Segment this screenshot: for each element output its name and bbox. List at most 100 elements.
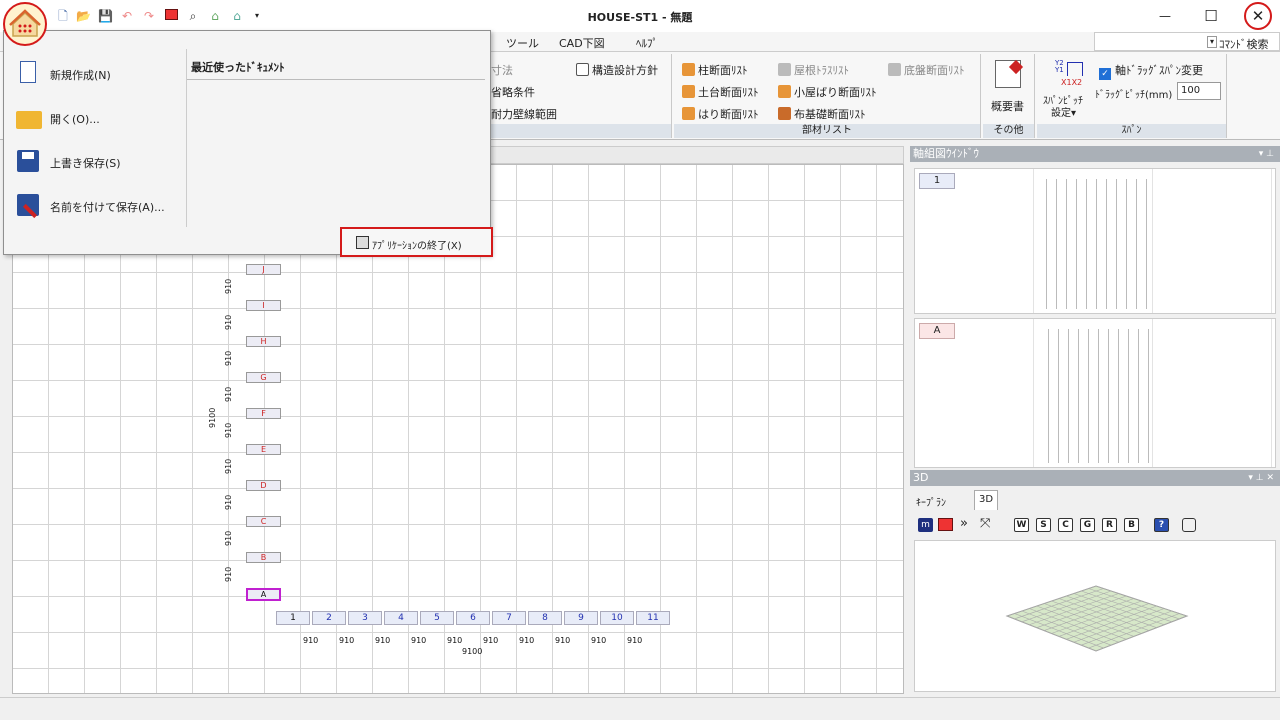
row-label-h[interactable]: H bbox=[246, 336, 281, 347]
axis-pane-a[interactable]: A bbox=[914, 318, 1276, 468]
row-dim: 910 bbox=[224, 314, 233, 330]
menu-item-open-label: 開く(O)... bbox=[50, 113, 100, 126]
col-label-1[interactable]: 1 bbox=[276, 611, 310, 625]
row-label-i[interactable]: I bbox=[246, 300, 281, 311]
ribbon-item-hari[interactable]: はり断面ﾘｽﾄ bbox=[682, 106, 759, 122]
ribbon-item-tairyoku[interactable]: 耐力壁線範囲 bbox=[491, 106, 557, 122]
view3d-canvas[interactable] bbox=[914, 540, 1276, 692]
axis-tag-a: A bbox=[919, 323, 955, 339]
col-label-11[interactable]: 11 bbox=[636, 611, 670, 625]
column-icon bbox=[682, 63, 695, 76]
exit-icon bbox=[356, 236, 369, 249]
row-dim: 910 bbox=[224, 422, 233, 438]
menu-item-new[interactable]: 新規作成(N) bbox=[10, 55, 182, 93]
view3d-btn-c[interactable]: C bbox=[1058, 518, 1073, 532]
col-label-4[interactable]: 4 bbox=[384, 611, 418, 625]
app-button[interactable] bbox=[3, 2, 47, 46]
row-dim: 910 bbox=[224, 278, 233, 294]
row-label-b[interactable]: B bbox=[246, 552, 281, 563]
span-pitch-button[interactable]: Y2 Y1 X1X2 ｽﾊﾟﾝﾋﾟｯﾁ 設定▾ bbox=[1041, 58, 1097, 122]
overview-button-label: 概要書 bbox=[991, 100, 1024, 113]
col-label-5[interactable]: 5 bbox=[420, 611, 454, 625]
ribbon-item-kozo[interactable]: 構造設計方針 bbox=[576, 62, 658, 78]
ribbon-item-yane[interactable]: 屋根ﾄﾗｽﾘｽﾄ bbox=[778, 62, 849, 78]
new-document-icon bbox=[14, 59, 42, 87]
group-sonota: 概要書 その他 bbox=[983, 54, 1035, 138]
tab-tools[interactable]: ツール bbox=[506, 35, 539, 51]
col-dim: 910 bbox=[411, 636, 427, 645]
view3d-btn-b[interactable]: B bbox=[1124, 518, 1139, 532]
ribbon-item-teiban[interactable]: 底盤断面ﾘｽﾄ bbox=[888, 62, 965, 78]
col-label-9[interactable]: 9 bbox=[564, 611, 598, 625]
axis-arrows-icon[interactable]: ⤧ bbox=[980, 516, 990, 531]
axis-pane-1[interactable]: 1 bbox=[914, 168, 1276, 314]
fit-icon[interactable] bbox=[1182, 518, 1196, 532]
recent-docs-header: 最近使ったﾄﾞｷｭﾒﾝﾄ bbox=[191, 61, 285, 74]
group-span-label: ｽﾊﾟﾝ bbox=[1037, 124, 1226, 138]
col-label-2[interactable]: 2 bbox=[312, 611, 346, 625]
title-bar: 🗋 📂 💾 ↶ ↷ ⌕ ⌂ ⌂ ▾ HOUSE-ST1 - 無題 — ☐ ✕ bbox=[0, 0, 1280, 46]
menu-item-new-label: 新規作成(N) bbox=[50, 69, 111, 82]
menu-item-save-as-label: 名前を付けて保存(A)... bbox=[50, 201, 165, 214]
forward-icon[interactable]: » bbox=[960, 516, 968, 531]
ribbon-item-dodai[interactable]: 土台断面ﾘｽﾄ bbox=[682, 84, 759, 100]
ribbon-item-shoryaku[interactable]: 省略条件 bbox=[491, 84, 535, 100]
house-icon bbox=[9, 9, 41, 37]
group-partial-label bbox=[486, 124, 671, 138]
ribbon-item-hashira[interactable]: 柱断面ﾘｽﾄ bbox=[682, 62, 748, 78]
view3d-btn-s[interactable]: S bbox=[1036, 518, 1051, 532]
pin-icon[interactable]: ▾ ⊥ bbox=[1259, 146, 1274, 162]
command-search[interactable]: ▾ ｺﾏﾝﾄﾞ検索 bbox=[1094, 32, 1280, 51]
row-label-g[interactable]: G bbox=[246, 372, 281, 383]
app-menu: 新規作成(N) 開く(O)... 上書き保存(S) 名前を付けて保存(A)...… bbox=[3, 30, 493, 257]
row-dim: 910 bbox=[224, 458, 233, 474]
col-label-10[interactable]: 10 bbox=[600, 611, 634, 625]
sill-icon bbox=[682, 85, 695, 98]
col-label-3[interactable]: 3 bbox=[348, 611, 382, 625]
row-label-c[interactable]: C bbox=[246, 516, 281, 527]
foundation-icon bbox=[778, 107, 791, 120]
maximize-button[interactable]: ☐ bbox=[1188, 0, 1234, 32]
axis-window: 軸組図ｳｲﾝﾄﾞｳ ▾ ⊥ 1 A bbox=[910, 146, 1280, 468]
tab-3d[interactable]: 3D bbox=[974, 490, 998, 510]
window-title: HOUSE-ST1 - 無題 bbox=[587, 11, 693, 24]
drag-pitch-input[interactable]: 100 bbox=[1177, 82, 1221, 100]
ribbon-item-koyabari[interactable]: 小屋ばり断面ﾘｽﾄ bbox=[778, 84, 877, 100]
overview-button[interactable]: 概要書 bbox=[987, 58, 1031, 118]
col-label-7[interactable]: 7 bbox=[492, 611, 526, 625]
folder-open-icon bbox=[14, 103, 42, 131]
menu-item-save[interactable]: 上書き保存(S) bbox=[10, 143, 182, 181]
pin-close-icon[interactable]: ▾ ⊥ ✕ bbox=[1248, 470, 1274, 486]
tab-cad[interactable]: CAD下図 bbox=[559, 35, 605, 51]
ribbon-item-sunpo[interactable]: 寸法 bbox=[491, 62, 513, 78]
view3d-btn-r[interactable]: R bbox=[1102, 518, 1117, 532]
monitor-3d-icon[interactable] bbox=[938, 518, 953, 531]
row-dim: 910 bbox=[224, 386, 233, 402]
group-span: Y2 Y1 X1X2 ｽﾊﾟﾝﾋﾟｯﾁ 設定▾ ✓ 軸ﾄﾞﾗｯｸﾞｽﾊﾟﾝ変更 ﾄ… bbox=[1037, 54, 1227, 138]
menu-item-open[interactable]: 開く(O)... bbox=[10, 99, 182, 137]
ribbon-item-nunokiso[interactable]: 布基礎断面ﾘｽﾄ bbox=[778, 106, 866, 122]
drag-span-checkbox[interactable]: ✓ 軸ﾄﾞﾗｯｸﾞｽﾊﾟﾝ変更 bbox=[1099, 62, 1203, 80]
row-label-e[interactable]: E bbox=[246, 444, 281, 455]
axis-elevation-1 bbox=[1037, 179, 1149, 309]
span-pitch-label2: 設定▾ bbox=[1051, 108, 1077, 119]
m-icon[interactable]: m bbox=[918, 518, 933, 532]
row-label-a[interactable]: A bbox=[246, 588, 281, 601]
col-label-6[interactable]: 6 bbox=[456, 611, 490, 625]
view3d-btn-g[interactable]: G bbox=[1080, 518, 1095, 532]
menu-item-save-as[interactable]: 名前を付けて保存(A)... bbox=[10, 187, 182, 225]
view3d-btn-help[interactable]: ? bbox=[1154, 518, 1169, 532]
col-dim: 910 bbox=[591, 636, 607, 645]
close-button[interactable]: ✕ bbox=[1234, 0, 1280, 32]
row-label-f[interactable]: F bbox=[246, 408, 281, 419]
beam-icon bbox=[778, 85, 791, 98]
row-label-j[interactable]: J bbox=[246, 264, 281, 275]
exit-app-button[interactable]: ｱﾌﾟﾘｹｰｼｮﾝの終了(X) bbox=[340, 227, 493, 257]
tab-keyplan[interactable]: ｷｰﾌﾟﾗﾝ bbox=[916, 494, 946, 509]
tab-help[interactable]: ﾍﾙﾌﾟ bbox=[636, 35, 658, 51]
view3d-btn-w[interactable]: W bbox=[1014, 518, 1029, 532]
view3d-header: 3D ▾ ⊥ ✕ bbox=[910, 470, 1280, 486]
col-label-8[interactable]: 8 bbox=[528, 611, 562, 625]
row-label-d[interactable]: D bbox=[246, 480, 281, 491]
minimize-button[interactable]: — bbox=[1142, 0, 1188, 32]
